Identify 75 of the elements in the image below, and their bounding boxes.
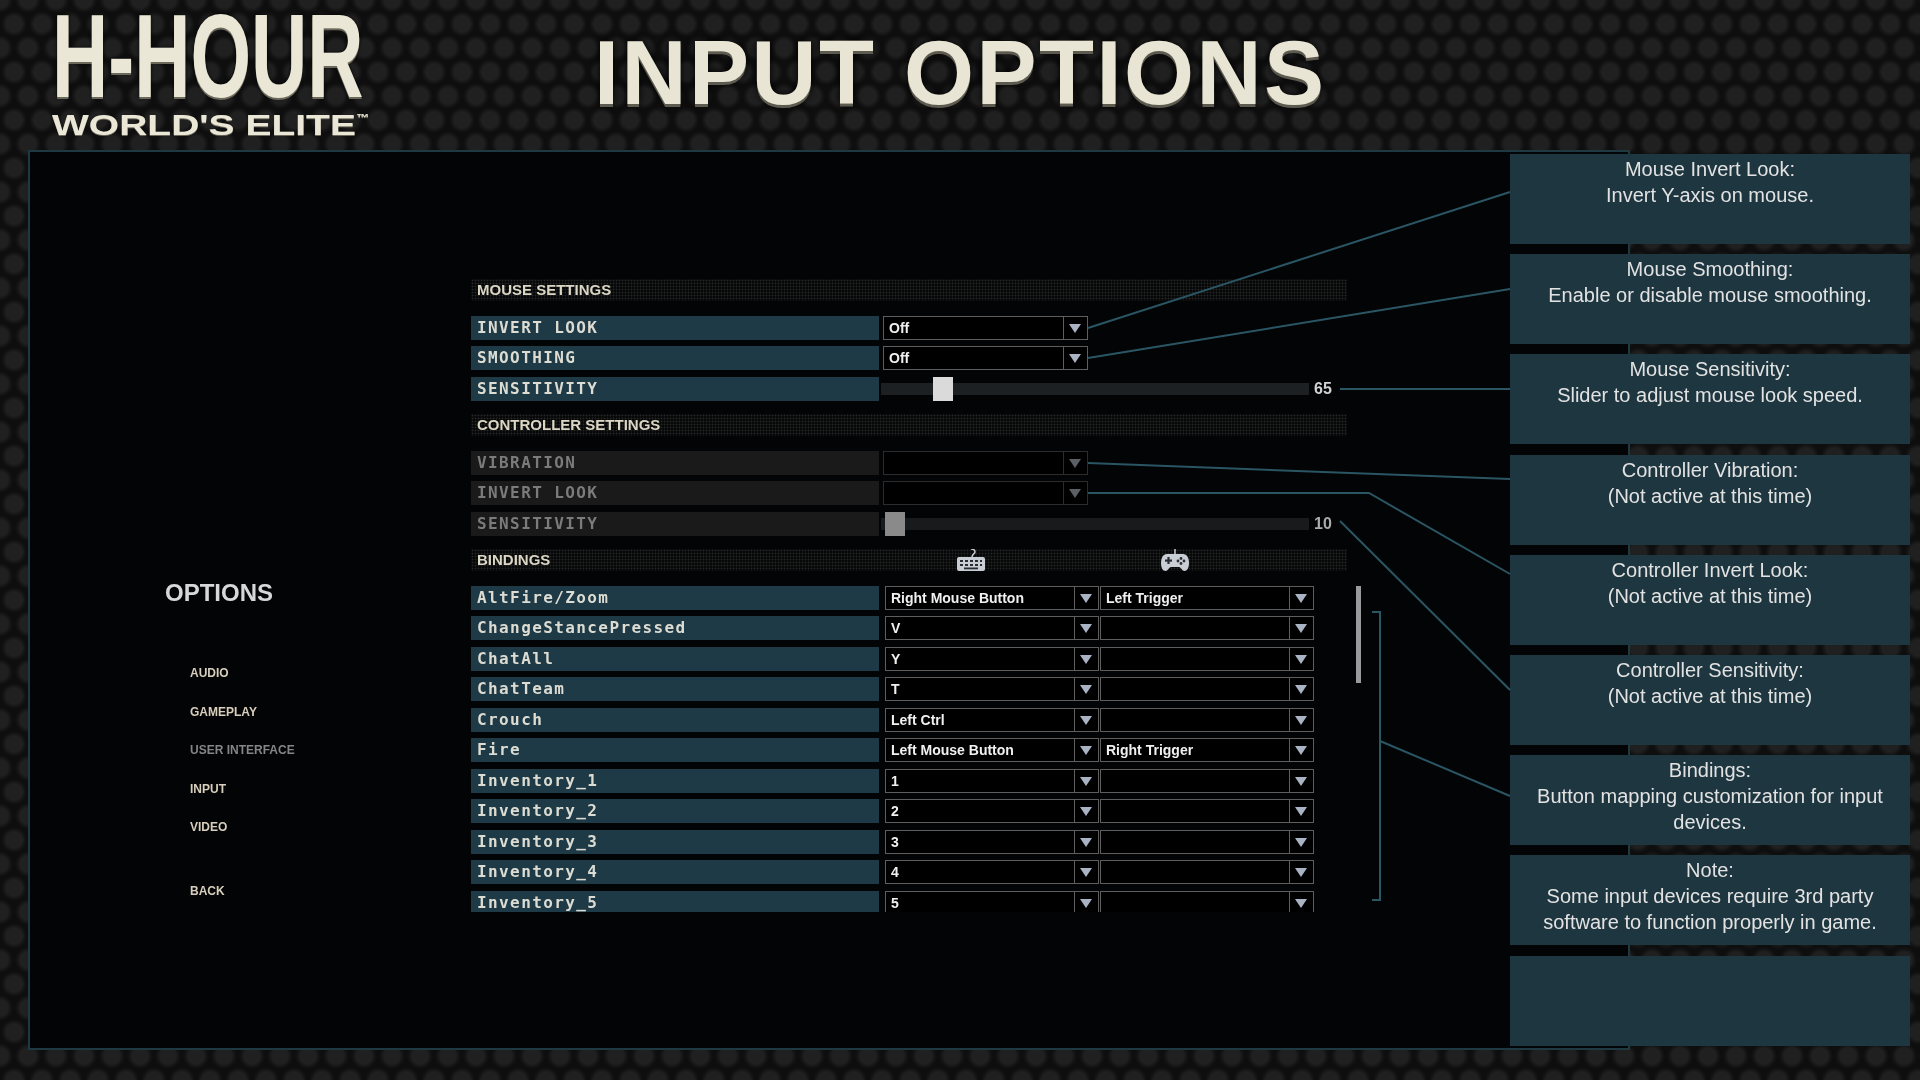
help-text: Enable or disable mouse smoothing.	[1547, 283, 1873, 309]
help-title: Controller Invert Look:	[1610, 557, 1810, 583]
action-label: Inventory_1	[471, 768, 879, 793]
help-text: Invert Y-axis on mouse.	[1605, 183, 1815, 208]
help-title: Controller Sensitivity:	[1615, 657, 1805, 683]
controller-binding-dropdown[interactable]	[1100, 860, 1314, 884]
action-label: Inventory_4	[471, 860, 879, 884]
key-binding-dropdown[interactable]: 2	[885, 799, 1099, 823]
help-text: Button mapping customization for input devices.	[1536, 784, 1884, 836]
menu-heading: OPTIONS	[165, 578, 273, 608]
controller-binding-dropdown[interactable]	[1100, 616, 1314, 640]
key-binding-dropdown[interactable]: T	[885, 677, 1099, 701]
logo-wordmark: H-HOUR	[52, 0, 364, 97]
menu-item[interactable]: VIDEO	[190, 817, 228, 837]
help-title: Mouse Invert Look:	[1623, 157, 1797, 182]
help-title: Mouse Smoothing:	[1625, 257, 1795, 283]
slider-value: 10	[1314, 513, 1332, 534]
setting-label: VIBRATION	[471, 450, 879, 475]
controller-binding-dropdown[interactable]: Right Trigger	[1100, 738, 1314, 762]
logo-tagline: WORLD'S ELITE$^{™}$	[52, 107, 369, 140]
keyboard-icon	[957, 549, 985, 571]
back-menu-item[interactable]: BACK	[190, 881, 225, 901]
help-text: Some input devices require 3rd party software to function properly in game.	[1542, 884, 1878, 936]
key-binding-dropdown[interactable]: 3	[885, 829, 1099, 854]
help-title: Mouse Sensitivity:	[1628, 357, 1792, 383]
setting-label: SMOOTHING	[471, 346, 879, 370]
controller-binding-dropdown[interactable]	[1100, 829, 1314, 854]
section-title: CONTROLLER SETTINGS	[476, 415, 661, 435]
setting-label: SENSITIVITY	[471, 511, 879, 536]
help-title: Bindings:	[1667, 758, 1753, 784]
controller-binding-dropdown[interactable]	[1100, 799, 1314, 823]
page-title: INPUT OPTIONS	[594, 28, 1327, 118]
key-binding-dropdown[interactable]: Right Mouse Button	[885, 585, 1099, 610]
key-binding-dropdown[interactable]: Left Mouse Button	[885, 738, 1099, 762]
help-title: Note:	[1685, 858, 1735, 884]
value-dropdown[interactable]: Off	[883, 346, 1088, 370]
controller-binding-dropdown[interactable]	[1100, 890, 1314, 912]
controller-binding-dropdown[interactable]: Left Trigger	[1100, 585, 1314, 610]
key-binding-dropdown[interactable]: Left Ctrl	[885, 707, 1099, 732]
help-text: Slider to adjust mouse look speed.	[1556, 383, 1864, 409]
action-label: Inventory_2	[471, 799, 879, 823]
key-binding-dropdown[interactable]: 1	[885, 768, 1099, 793]
action-label: ChatTeam	[471, 677, 879, 701]
help-text: (Not active at this time)	[1606, 583, 1814, 609]
controller-binding-dropdown[interactable]	[1100, 646, 1314, 671]
action-label: Fire	[471, 738, 879, 762]
slider-thumb[interactable]	[933, 376, 953, 401]
controller-binding-dropdown[interactable]	[1100, 768, 1314, 793]
action-label: AltFire/Zoom	[471, 585, 879, 610]
action-label: ChatAll	[471, 646, 879, 671]
setting-label: SENSITIVITY	[471, 376, 879, 401]
controller-binding-dropdown[interactable]	[1100, 677, 1314, 701]
slider-value: 65	[1314, 378, 1332, 399]
help-title: Controller Vibration:	[1620, 457, 1800, 483]
help-text: (Not active at this time)	[1606, 483, 1814, 509]
menu-item[interactable]: AUDIO	[190, 663, 229, 683]
help-text: (Not active at this time)	[1606, 683, 1814, 709]
action-label: Inventory_5	[471, 890, 879, 912]
key-binding-dropdown[interactable]: 5	[885, 890, 1099, 912]
setting-label: INVERT LOOK	[471, 315, 879, 340]
menu-item[interactable]: INPUT	[190, 778, 226, 799]
key-binding-dropdown[interactable]: Y	[885, 646, 1099, 671]
key-binding-dropdown[interactable]: V	[885, 616, 1099, 640]
action-label: Inventory_3	[471, 829, 879, 854]
setting-label: INVERT LOOK	[471, 481, 879, 505]
key-binding-dropdown[interactable]: 4	[885, 860, 1099, 884]
section-title: BINDINGS	[476, 550, 552, 570]
scrollbar-thumb[interactable]	[1356, 585, 1361, 683]
controller-binding-dropdown[interactable]	[1100, 707, 1314, 732]
section-title: MOUSE SETTINGS	[476, 280, 612, 300]
menu-item[interactable]: GAMEPLAY	[190, 701, 257, 722]
value-dropdown[interactable]: Off	[883, 315, 1088, 340]
action-label: Crouch	[471, 707, 879, 732]
action-label: ChangeStancePressed	[471, 616, 879, 640]
gamepad-icon	[1161, 549, 1189, 571]
